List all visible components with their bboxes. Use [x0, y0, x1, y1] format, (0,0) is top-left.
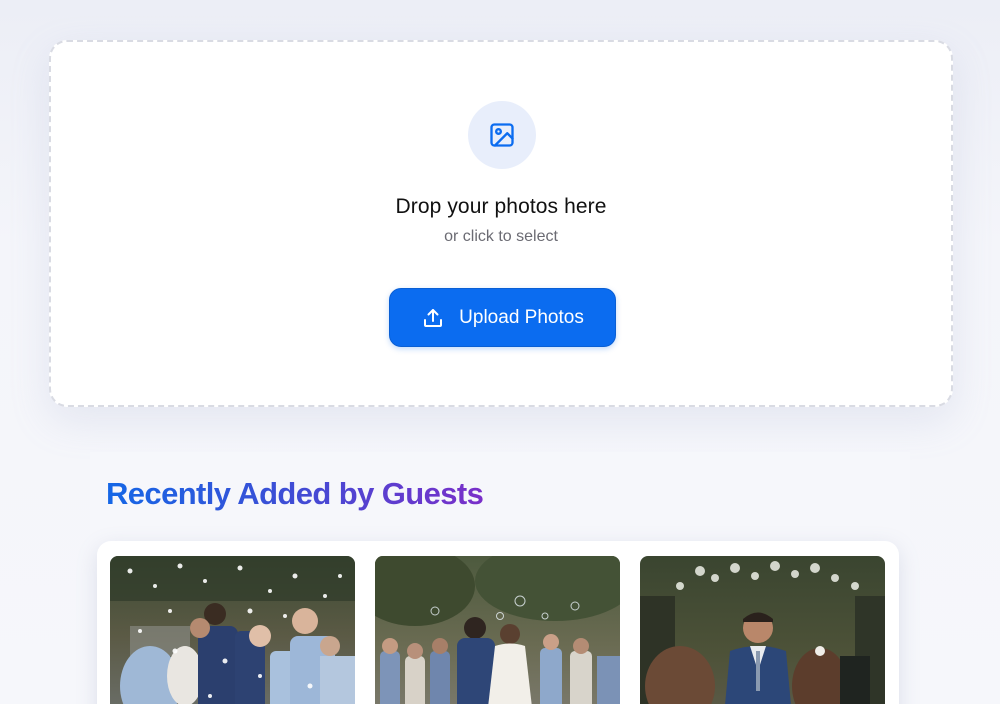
upload-photos-label: Upload Photos	[459, 306, 584, 328]
photo-gallery	[97, 541, 899, 704]
upload-photos-button[interactable]: Upload Photos	[389, 288, 616, 347]
upload-icon	[424, 308, 443, 327]
photo-dropzone[interactable]: Drop your photos here or click to select…	[49, 40, 953, 407]
dropzone-title: Drop your photos here	[395, 195, 607, 218]
gallery-photo[interactable]	[375, 556, 620, 704]
gallery-photo[interactable]	[110, 556, 355, 704]
image-icon	[490, 123, 514, 147]
gallery-photo[interactable]	[640, 556, 885, 704]
recent-section-title: Recently Added by Guests	[106, 476, 484, 511]
dropzone-subtitle: or click to select	[444, 228, 558, 245]
image-icon-badge	[468, 101, 536, 169]
